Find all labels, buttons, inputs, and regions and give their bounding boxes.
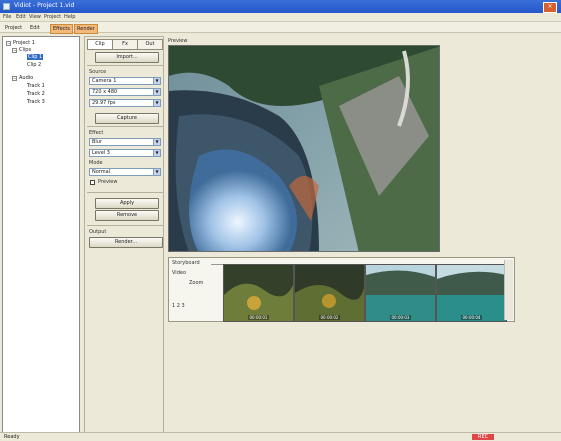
menu-view[interactable]: View <box>29 14 41 20</box>
frame-thumbnail <box>295 265 364 321</box>
menu-file[interactable]: File <box>3 14 11 20</box>
chevron-down-icon[interactable]: ▼ <box>153 150 160 156</box>
menu-bar: File Edit View Project Help <box>0 13 561 22</box>
title-bar: Vidiot - Project 1.vid × <box>0 0 561 13</box>
video-row-label: Video <box>172 270 187 276</box>
expand-toggle-icon[interactable]: − <box>6 41 11 46</box>
effect-select[interactable]: Blur ▼ <box>89 138 161 146</box>
source-select[interactable]: Camera 1 ▼ <box>89 77 161 85</box>
rate-select-value: 29.97 fps <box>92 100 116 106</box>
frame-thumbnail <box>437 265 506 321</box>
divider <box>87 192 163 193</box>
status-text: Ready <box>4 434 20 440</box>
mode-select-value: Normal <box>92 169 111 175</box>
import-button[interactable]: Import... <box>95 52 159 63</box>
toolbar-edit-button[interactable]: Edit <box>28 24 42 32</box>
level-select[interactable]: Level 3 ▼ <box>89 149 161 157</box>
chevron-down-icon[interactable]: ▼ <box>153 169 160 175</box>
storyboard-title: Storyboard <box>172 260 200 266</box>
app-icon <box>3 3 10 10</box>
capture-button[interactable]: Capture <box>95 113 159 124</box>
mode-select[interactable]: Normal ▼ <box>89 168 161 176</box>
preview-label: Preview <box>168 38 188 44</box>
chevron-down-icon[interactable]: ▼ <box>153 100 160 106</box>
zoom-row-label: Zoom <box>189 280 204 286</box>
track-numbers-label: 1 2 3 <box>172 303 185 309</box>
effect-label: Effect <box>89 130 104 136</box>
expand-toggle-icon[interactable]: − <box>12 76 17 81</box>
preview-checkbox-label: Preview <box>98 179 118 185</box>
chevron-down-icon[interactable]: ▼ <box>153 139 160 145</box>
status-bar: Ready REC <box>0 432 561 441</box>
level-select-value: Level 3 <box>92 150 110 156</box>
record-indicator: REC <box>472 434 495 440</box>
tree-node[interactable]: Project 1 <box>13 40 35 46</box>
storyboard-frame[interactable]: 00:00:01 <box>223 264 294 322</box>
video-preview[interactable] <box>168 45 440 252</box>
rate-select[interactable]: 29.97 fps ▼ <box>89 99 161 107</box>
toolbar-render-button[interactable]: Render <box>74 24 98 34</box>
storyboard-timeline[interactable]: Storyboard Video Zoom 1 2 3 00:00:01 00:… <box>168 257 515 322</box>
frame-caption: 00:00:03 <box>389 315 412 320</box>
frame-thumbnail <box>224 265 293 321</box>
size-select-value: 720 x 480 <box>92 89 118 95</box>
size-select[interactable]: 720 x 480 ▼ <box>89 88 161 96</box>
toolbar-effects-button[interactable]: Effects <box>50 24 73 34</box>
tree-node[interactable]: Track 1 <box>27 83 45 89</box>
tab-out[interactable]: Out <box>137 39 163 50</box>
source-label: Source <box>89 69 107 75</box>
mode-label: Mode <box>89 160 103 166</box>
toolbar-project-button[interactable]: Project <box>3 24 24 32</box>
close-button[interactable]: × <box>543 2 557 13</box>
chevron-down-icon[interactable]: ▼ <box>153 89 160 95</box>
divider <box>87 65 163 66</box>
storyboard-frame[interactable]: 00:00:04 <box>436 264 507 322</box>
frame-caption: 00:00:04 <box>460 315 483 320</box>
storyboard-frame[interactable]: 00:00:03 <box>365 264 436 322</box>
output-label: Output <box>89 229 107 235</box>
render-button[interactable]: Render... <box>89 237 163 248</box>
menu-help[interactable]: Help <box>64 14 75 20</box>
tree-node[interactable]: Clip 2 <box>27 62 41 68</box>
tree-node-selected[interactable]: Clip 1 <box>27 54 44 60</box>
chevron-down-icon[interactable]: ▼ <box>153 78 160 84</box>
effect-select-value: Blur <box>92 139 103 145</box>
source-select-value: Camera 1 <box>92 78 117 84</box>
tree-node[interactable]: Track 3 <box>27 99 45 105</box>
project-tree[interactable]: − Project 1 − Clips Clip 1 Clip 2 − Audi… <box>2 36 80 434</box>
video-frame-image <box>169 46 439 251</box>
timeline-scrollbar[interactable] <box>504 260 513 320</box>
menu-project[interactable]: Project <box>44 14 61 20</box>
tree-node[interactable]: Track 2 <box>27 91 45 97</box>
preview-checkbox[interactable] <box>90 180 95 185</box>
window-title: Vidiot - Project 1.vid <box>14 2 75 9</box>
frame-thumbnail <box>366 265 435 321</box>
apply-button[interactable]: Apply <box>95 198 159 209</box>
menu-edit[interactable]: Edit <box>16 14 26 20</box>
expand-toggle-icon[interactable]: − <box>12 48 17 53</box>
tree-node[interactable]: Clips <box>19 47 31 53</box>
tab-fx[interactable]: Fx <box>112 39 138 50</box>
tree-node[interactable]: Audio <box>19 75 33 81</box>
tab-clip[interactable]: Clip <box>87 39 113 50</box>
divider <box>87 126 163 127</box>
frame-caption: 00:00:02 <box>318 315 341 320</box>
divider <box>87 225 163 226</box>
control-panel: Clip Fx Out Import... Source Camera 1 ▼ 7… <box>84 36 164 434</box>
remove-button[interactable]: Remove <box>95 210 159 221</box>
storyboard-frame[interactable]: 00:00:02 <box>294 264 365 322</box>
toolbar: Project Edit Effects Render <box>0 22 561 34</box>
frame-caption: 00:00:01 <box>247 315 270 320</box>
